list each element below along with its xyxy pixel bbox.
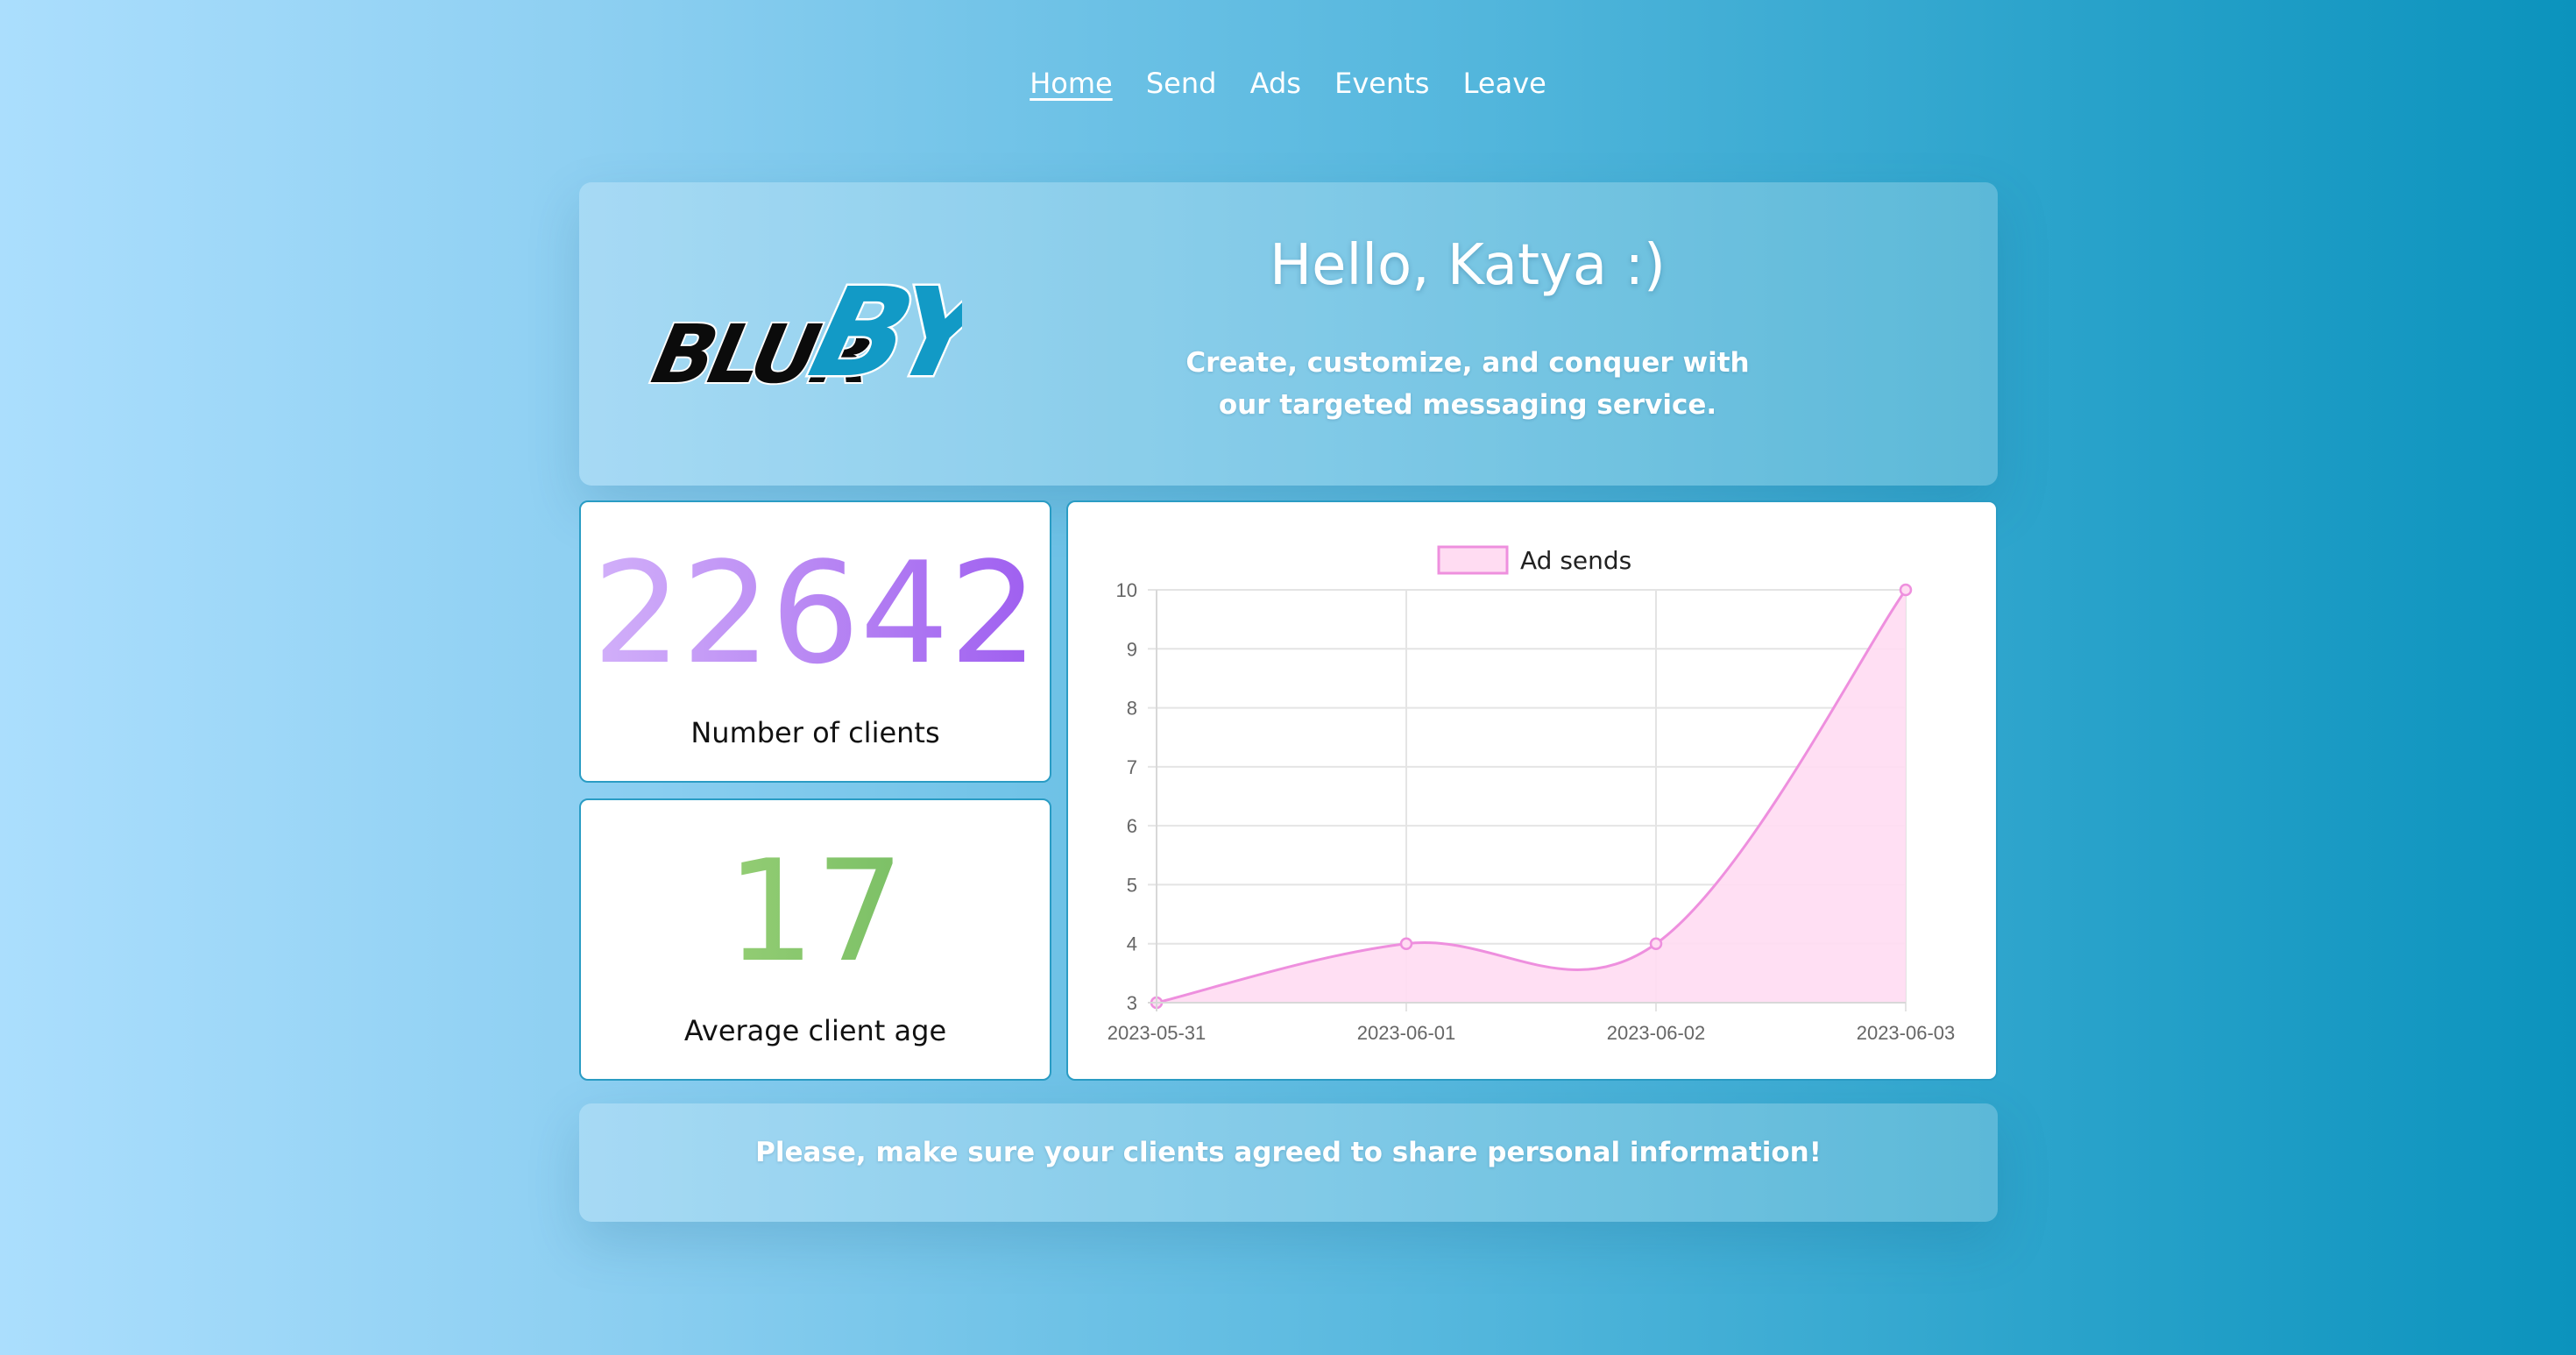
brand-logo: BLUR BY (647, 259, 962, 407)
y-tick-label: 4 (1127, 933, 1137, 955)
hero-subtitle-line2: our targeted messaging service. (1218, 389, 1717, 421)
nav-send-link[interactable]: Send (1146, 67, 1217, 100)
y-tick-label: 6 (1127, 815, 1137, 837)
x-tick-label: 2023-06-03 (1857, 1022, 1956, 1044)
nav-home-link[interactable]: Home (1030, 67, 1113, 100)
y-tick-label: 5 (1127, 874, 1137, 896)
ad-sends-chart-card: 3 4 5 6 7 8 9 10 2023-05-31 2023-06-01 2023-06-02 2… (1066, 500, 1998, 1081)
data-point (1899, 583, 1913, 597)
average-age-value: 17 (581, 837, 1050, 986)
average-age-label: Average client age (683, 1014, 947, 1047)
age-stat-card: 17 Average client age (579, 798, 1051, 1081)
nav-leave-link[interactable]: Leave (1463, 67, 1546, 100)
legend-swatch (1437, 545, 1509, 575)
clients-count-label: Number of clients (690, 716, 940, 749)
x-tick-label: 2023-05-31 (1108, 1022, 1207, 1044)
x-tick-label: 2023-06-01 (1357, 1022, 1456, 1044)
y-tick-label: 8 (1127, 698, 1137, 720)
hero-subtitle-line1: Create, customize, and conquer with (1185, 347, 1750, 379)
clients-count-value: 22642 (581, 539, 1050, 688)
y-tick-label: 9 (1127, 638, 1137, 660)
privacy-notice: Please, make sure your clients agreed to… (755, 1137, 1822, 1168)
greeting-heading: Hello, Katya :) (1269, 233, 1667, 298)
hero-subtitle: Create, customize, and conquer with our … (1139, 342, 1796, 426)
data-point (1649, 937, 1663, 950)
nav-events-link[interactable]: Events (1334, 67, 1429, 100)
svg-text:BY: BY (798, 261, 962, 404)
x-tick-label: 2023-06-02 (1607, 1022, 1706, 1044)
nav-ads-link[interactable]: Ads (1250, 67, 1301, 100)
clients-stat-card: 22642 Number of clients (579, 500, 1051, 783)
ad-sends-chart: 3 4 5 6 7 8 9 10 2023-05-31 2023-06-01 2023-06-02 2… (1108, 545, 1956, 1044)
y-tick-label: 3 (1127, 992, 1137, 1014)
y-tick-label: 7 (1127, 756, 1137, 778)
top-nav: Home Send Ads Events Leave (0, 67, 2576, 100)
legend-label: Ad sends (1520, 546, 1631, 575)
y-tick-label: 10 (1116, 579, 1137, 601)
data-point (1399, 937, 1413, 950)
series-area (1157, 590, 1906, 1003)
